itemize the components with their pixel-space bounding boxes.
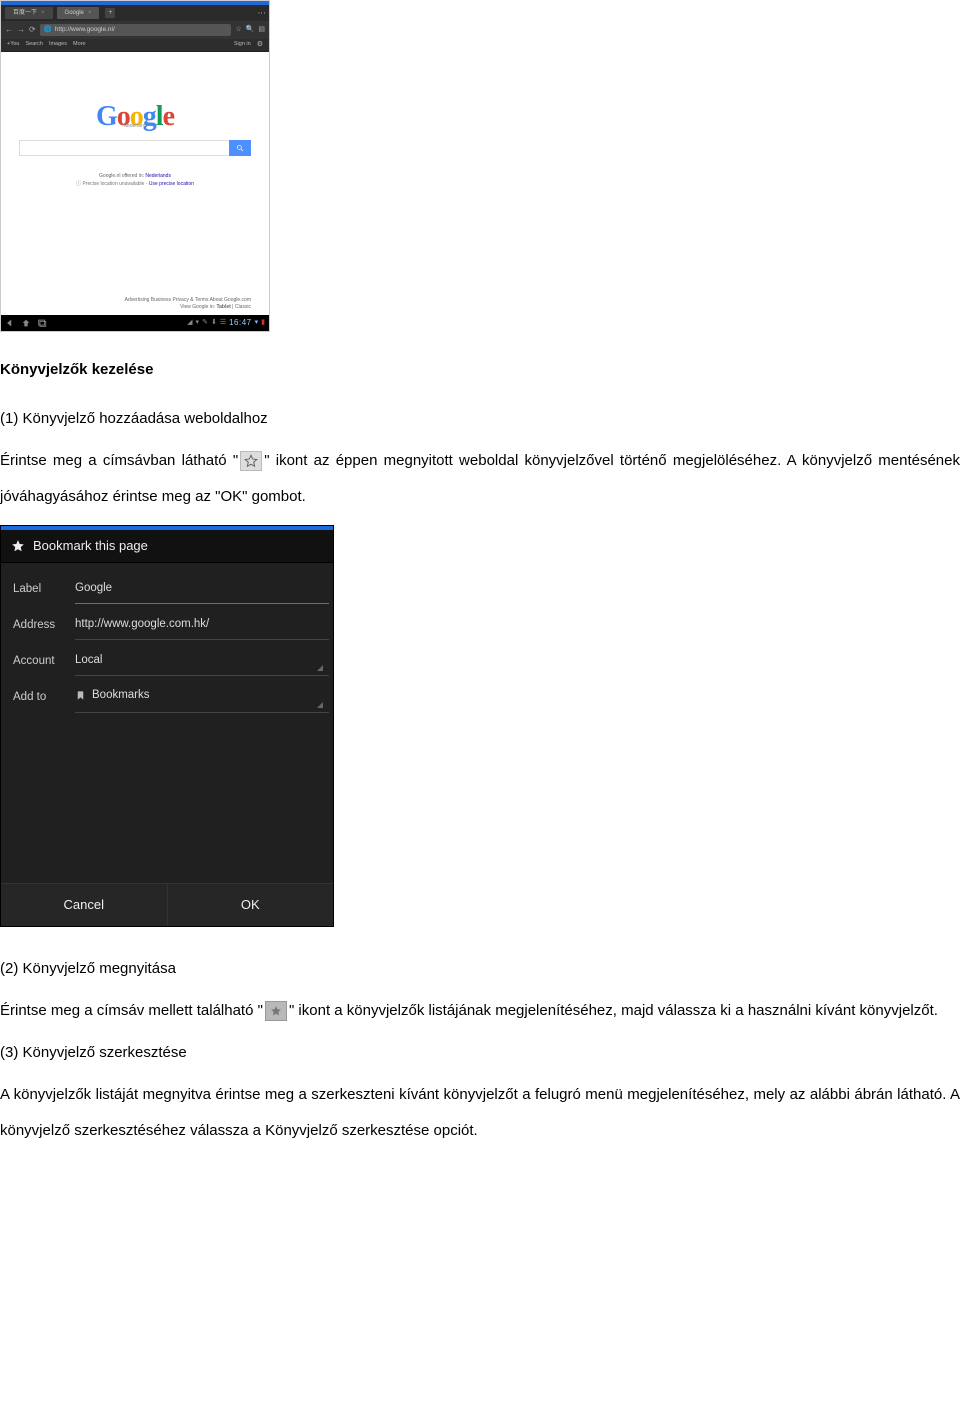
android-back-icon[interactable] [5,318,15,328]
google-footer-links: Advertising Business Privacy & Terms Abo… [125,297,251,311]
forward-icon[interactable]: → [17,23,25,37]
bookmarks-icon[interactable]: ▤ [258,24,265,37]
search-icon[interactable]: 🔍 [246,24,255,37]
addto-dropdown[interactable]: Bookmarks [75,681,329,714]
google-logo: Google [96,92,174,142]
star-outline-icon [240,451,262,471]
wifi-icon: ▾ [255,317,259,330]
url-text: http://www.google.nl/ [55,24,115,36]
gear-icon[interactable]: ⚙ [257,39,263,52]
label-field[interactable]: Google [75,574,329,604]
new-tab-button[interactable]: + [105,8,115,18]
screenshot-google-browser: 百度一下× Google× + ⋮ ← → ⟳ 🌐 http://www.goo… [0,0,270,332]
precise-location-link[interactable]: Use precise location [149,181,194,187]
status-tray: ◢ ▾ ✎ ⬇ ☰ 16:47 ▾ ▮ [187,316,265,330]
bookmarks-star-icon [265,1001,287,1021]
addto-label: Add to [5,687,75,708]
android-nav-bar: ◢ ▾ ✎ ⬇ ☰ 16:47 ▾ ▮ [1,315,269,331]
address-field[interactable]: http://www.google.com.hk/ [75,610,329,640]
status-icon: ⬇ [211,317,217,330]
topbar-images[interactable]: Images [49,40,67,50]
google-search-input[interactable] [19,140,229,156]
browser-menu-icon[interactable]: ⋮ [257,9,265,18]
star-filled-icon [11,539,25,553]
bookmark-icon [75,690,86,701]
back-icon[interactable]: ← [5,23,13,37]
browser-tab-inactive[interactable]: 百度一下× [5,7,53,20]
android-recent-icon[interactable] [37,318,47,328]
browser-tab-active[interactable]: Google× [57,7,100,20]
offered-lang-link[interactable]: Nederlands [145,173,171,179]
status-icon: ☰ [220,317,226,330]
section-heading: Könyvjelzők kezelése [0,356,960,383]
topbar-search[interactable]: Search [26,40,43,50]
status-clock: 16:47 [229,316,252,330]
precise-location-text: ⓘ Precise location unavailable - Use pre… [1,180,269,189]
account-dropdown[interactable]: Local [75,646,329,676]
dialog-title-bar: Bookmark this page [1,530,333,563]
google-top-bar: +You Search Images More Sign in ⚙ [1,39,269,52]
topbar-signin[interactable]: Sign in [234,40,251,50]
star-icon[interactable]: ☆ [235,24,241,37]
google-search-button[interactable] [229,140,251,156]
topbar-you[interactable]: +You [7,40,20,50]
dialog-title-text: Bookmark this page [33,534,148,557]
paragraph-2: Érintse meg a címsáv mellett található "… [0,993,960,1029]
magnifier-icon [236,144,244,152]
browser-url-bar: ← → ⟳ 🌐 http://www.google.nl/ ☆ 🔍 ▤ [1,21,269,39]
globe-icon: 🌐 [44,24,52,36]
status-icon: ✎ [202,317,208,330]
paragraph-1: Érintse meg a címsávban látható "" ikont… [0,443,960,515]
cancel-button[interactable]: Cancel [1,884,168,926]
list-item-1-label: (1) Könyvjelző hozzáadása weboldalhoz [0,401,960,437]
ok-button[interactable]: OK [168,884,334,926]
status-icon: ◢ [187,317,192,330]
topbar-more[interactable]: More [73,40,86,50]
address-label: Address [5,615,75,636]
android-home-icon[interactable] [21,318,31,328]
status-icon: ▾ [196,317,200,330]
account-label: Account [5,651,75,672]
url-field[interactable]: 🌐 http://www.google.nl/ [40,24,232,36]
list-item-2-label: (2) Könyvjelző megnyitása [0,951,960,987]
reload-icon[interactable]: ⟳ [29,23,36,37]
paragraph-3: A könyvjelzők listáját megnyitva érintse… [0,1077,960,1149]
screenshot-bookmark-dialog: Bookmark this page Label Google Address … [0,525,334,927]
battery-icon: ▮ [261,317,265,330]
browser-tab-strip: 百度一下× Google× + ⋮ [1,5,269,21]
list-item-3-label: (3) Könyvjelző szerkesztése [0,1035,960,1071]
google-country-label: Nederland [123,122,146,131]
label-label: Label [5,579,75,600]
